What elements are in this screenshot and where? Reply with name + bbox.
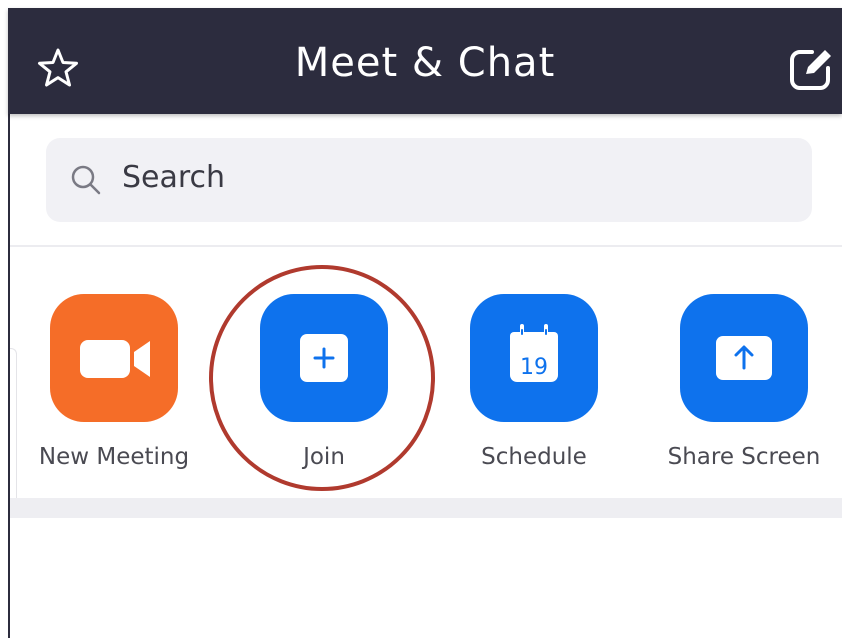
calendar-icon: 19 xyxy=(510,324,558,382)
divider xyxy=(10,245,842,247)
top-bar: Meet & Chat xyxy=(8,8,842,114)
search-input[interactable]: Search xyxy=(46,138,812,222)
page-title: Meet & Chat xyxy=(294,40,556,86)
video-camera-icon xyxy=(80,340,150,378)
join-label: Join xyxy=(303,444,345,470)
new-meeting-tile[interactable] xyxy=(50,294,178,422)
join-tile[interactable] xyxy=(260,294,388,422)
plus-icon xyxy=(300,334,348,382)
new-meeting-label: New Meeting xyxy=(38,444,190,470)
search-icon xyxy=(71,165,101,195)
app-screen: Meet & Chat Search New Meeting Join 19 S… xyxy=(0,0,842,638)
search-placeholder: Search xyxy=(122,160,226,195)
schedule-button[interactable]: 19 Schedule xyxy=(454,290,614,470)
quick-actions: New Meeting Join 19 Schedule Share Scree… xyxy=(0,290,842,490)
share-screen-tile[interactable] xyxy=(680,294,808,422)
schedule-tile[interactable]: 19 xyxy=(470,294,598,422)
edit-icon[interactable] xyxy=(786,44,836,94)
share-upload-icon xyxy=(716,336,772,380)
calendar-day: 19 xyxy=(520,355,548,380)
join-button[interactable]: Join xyxy=(244,290,404,470)
schedule-label: Schedule xyxy=(481,444,587,470)
share-screen-label: Share Screen xyxy=(667,444,821,470)
new-meeting-button[interactable]: New Meeting xyxy=(34,290,194,470)
section-separator xyxy=(10,498,842,518)
share-screen-button[interactable]: Share Screen xyxy=(664,290,824,470)
